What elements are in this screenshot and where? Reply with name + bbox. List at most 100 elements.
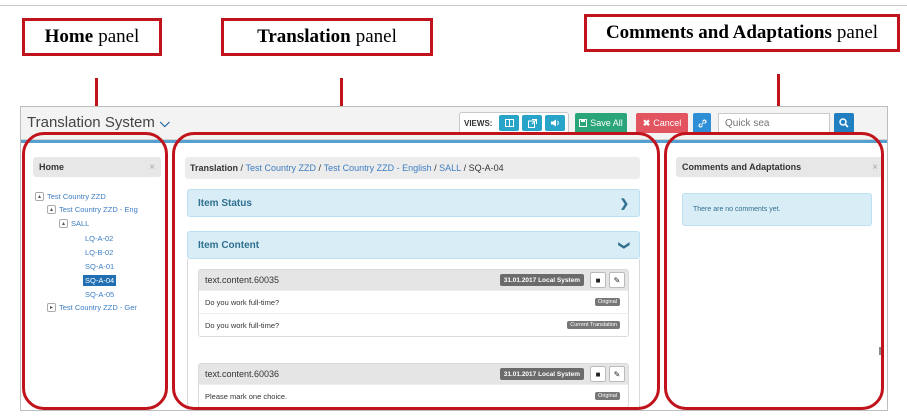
breadcrumb: Translation / Test Country ZZD / Test Co…: [185, 157, 640, 179]
columns-icon: [504, 119, 514, 127]
app-title-menu[interactable]: Translation System ⌵: [27, 114, 170, 131]
callout-bold: Home: [44, 26, 94, 47]
translation-system-app: Translation System ⌵ VIEWS: Save All ✖ C…: [20, 106, 888, 411]
breadcrumb-root: Translation: [190, 163, 239, 173]
collapse-icon[interactable]: ▴: [59, 219, 68, 228]
callout-rest: panel: [355, 26, 397, 47]
audio-view-button[interactable]: [545, 115, 566, 131]
top-navbar: Translation System ⌵ VIEWS: Save All ✖ C…: [21, 107, 887, 140]
tree-leaf-item[interactable]: SQ-A-05: [85, 290, 114, 299]
row-text: Do you work full-time?: [205, 320, 280, 330]
row-text: Please mark one choice.: [205, 391, 288, 401]
comments-panel-close-icon[interactable]: ×: [872, 162, 878, 173]
tree-node-sall[interactable]: ▴ SALL: [59, 219, 89, 228]
item-status-label: Item Status: [198, 197, 252, 209]
expand-icon[interactable]: ▸: [47, 303, 56, 312]
chevron-down-icon: ❯: [617, 240, 630, 250]
item-content-label: Item Content: [198, 239, 260, 251]
comments-panel-callout: Comments and Adaptations panel: [584, 14, 900, 52]
tree-node-german[interactable]: ▸ Test Country ZZD - Ger: [47, 303, 137, 312]
pencil-icon: ✎: [613, 369, 621, 379]
home-panel-callout: Home panel: [22, 18, 162, 56]
cancel-label: Cancel: [653, 118, 682, 128]
breadcrumb-link-sall[interactable]: SALL: [439, 163, 461, 173]
link-button[interactable]: [693, 113, 711, 133]
comment-icon: ■: [595, 369, 601, 379]
text-key: text.content.60035: [205, 275, 280, 285]
edit-button[interactable]: ✎: [609, 272, 625, 288]
tree-leaf-item[interactable]: LQ-A-02: [85, 234, 113, 243]
columns-view-button[interactable]: [499, 115, 520, 131]
original-tag: Original: [595, 392, 620, 400]
callout-bold: Translation: [257, 26, 351, 47]
breadcrumb-separator: /: [238, 163, 246, 173]
top-divider: [0, 5, 907, 6]
callout-rest: panel: [98, 26, 140, 47]
no-comments-alert: There are no comments yet.: [682, 193, 872, 226]
edit-button[interactable]: ✎: [609, 366, 625, 382]
item-content-body: text.content.60035 31.01.2017 Local Syst…: [187, 259, 640, 410]
breadcrumb-separator: /: [316, 163, 324, 173]
breadcrumb-separator: /: [431, 163, 440, 173]
tree-node-label: Test Country ZZD: [47, 192, 106, 201]
breadcrumb-separator: /: [461, 163, 469, 173]
card-header: text.content.60035 31.01.2017 Local Syst…: [199, 270, 628, 290]
external-link-icon: [527, 118, 537, 128]
card-header: text.content.60036 31.01.2017 Local Syst…: [199, 364, 628, 384]
collapse-icon[interactable]: ▴: [47, 205, 56, 214]
search-icon: [839, 118, 849, 128]
external-view-button[interactable]: [522, 115, 543, 131]
tree-node-label: Test Country ZZD - Ger: [59, 303, 137, 312]
translation-panel-callout: Translation panel: [221, 18, 433, 56]
comments-panel-header: Comments and Adaptations ×: [676, 157, 884, 177]
text-content-card: text.content.60035 31.01.2017 Local Syst…: [198, 269, 629, 337]
app-title: Translation System: [27, 114, 155, 131]
views-label: VIEWS:: [464, 118, 493, 128]
tree-leaf-item-selected[interactable]: SQ-A-04: [83, 275, 117, 286]
breadcrumb-link-language[interactable]: Test Country ZZD - English: [324, 163, 432, 173]
current-translation-tag: Current Translation: [567, 321, 620, 329]
date-badge: 31.01.2017 Local System: [499, 368, 584, 380]
navbar-underline: [21, 140, 887, 143]
cancel-button[interactable]: ✖ Cancel: [636, 113, 688, 133]
item-content-header[interactable]: Item Content ❯: [187, 231, 640, 259]
row-text: Do you work full-time?: [205, 297, 280, 307]
tree-leaf-item[interactable]: SQ-A-01: [85, 262, 114, 271]
tree-node-language[interactable]: ▴ Test Country ZZD - Eng: [47, 205, 138, 214]
speaker-icon: [550, 119, 559, 127]
card-row: Please mark one choice. Original: [199, 384, 628, 407]
save-all-label: Save All: [590, 118, 623, 128]
link-icon: [698, 119, 706, 127]
breadcrumb-current: SQ-A-04: [468, 163, 504, 173]
views-group: VIEWS:: [459, 112, 570, 134]
translation-panel: Translation / Test Country ZZD / Test Co…: [185, 157, 659, 410]
pencil-icon: ✎: [613, 275, 621, 285]
quick-search-input[interactable]: [718, 113, 830, 133]
scrollbar-thumb[interactable]: [879, 347, 882, 355]
comment-icon: ■: [595, 275, 601, 285]
tree-node-label: SALL: [71, 219, 90, 228]
card-row: Do you work full-time? Original: [199, 290, 628, 313]
item-status-header[interactable]: Item Status ❯: [187, 189, 640, 217]
home-panel-header: Home ×: [33, 157, 161, 177]
save-all-button[interactable]: Save All: [575, 113, 627, 133]
chevron-down-icon: ⌵: [159, 114, 170, 130]
breadcrumb-link-country[interactable]: Test Country ZZD: [246, 163, 317, 173]
floppy-disk-icon: [579, 119, 588, 127]
tree-node-country[interactable]: ▴ Test Country ZZD: [35, 192, 106, 201]
comment-button[interactable]: ■: [590, 272, 606, 288]
home-panel-close-icon[interactable]: ×: [149, 162, 155, 173]
chevron-right-icon: ❯: [619, 197, 629, 210]
home-panel: Home × ▴ Test Country ZZD ▴ Test Country…: [33, 157, 161, 407]
comments-panel: Comments and Adaptations × There are no …: [676, 157, 884, 407]
callout-bold: Comments and Adaptations: [605, 22, 832, 43]
tree-leaf-item[interactable]: LQ-B-02: [85, 248, 113, 257]
card-row: Do you work full-time? Current Translati…: [199, 313, 628, 336]
original-tag: Original: [595, 298, 620, 306]
comment-button[interactable]: ■: [590, 366, 606, 382]
date-badge: 31.01.2017 Local System: [499, 274, 584, 286]
search-button[interactable]: [834, 113, 854, 133]
comments-panel-title: Comments and Adaptations: [682, 162, 802, 172]
collapse-icon[interactable]: ▴: [35, 192, 44, 201]
text-key: text.content.60036: [205, 369, 280, 379]
